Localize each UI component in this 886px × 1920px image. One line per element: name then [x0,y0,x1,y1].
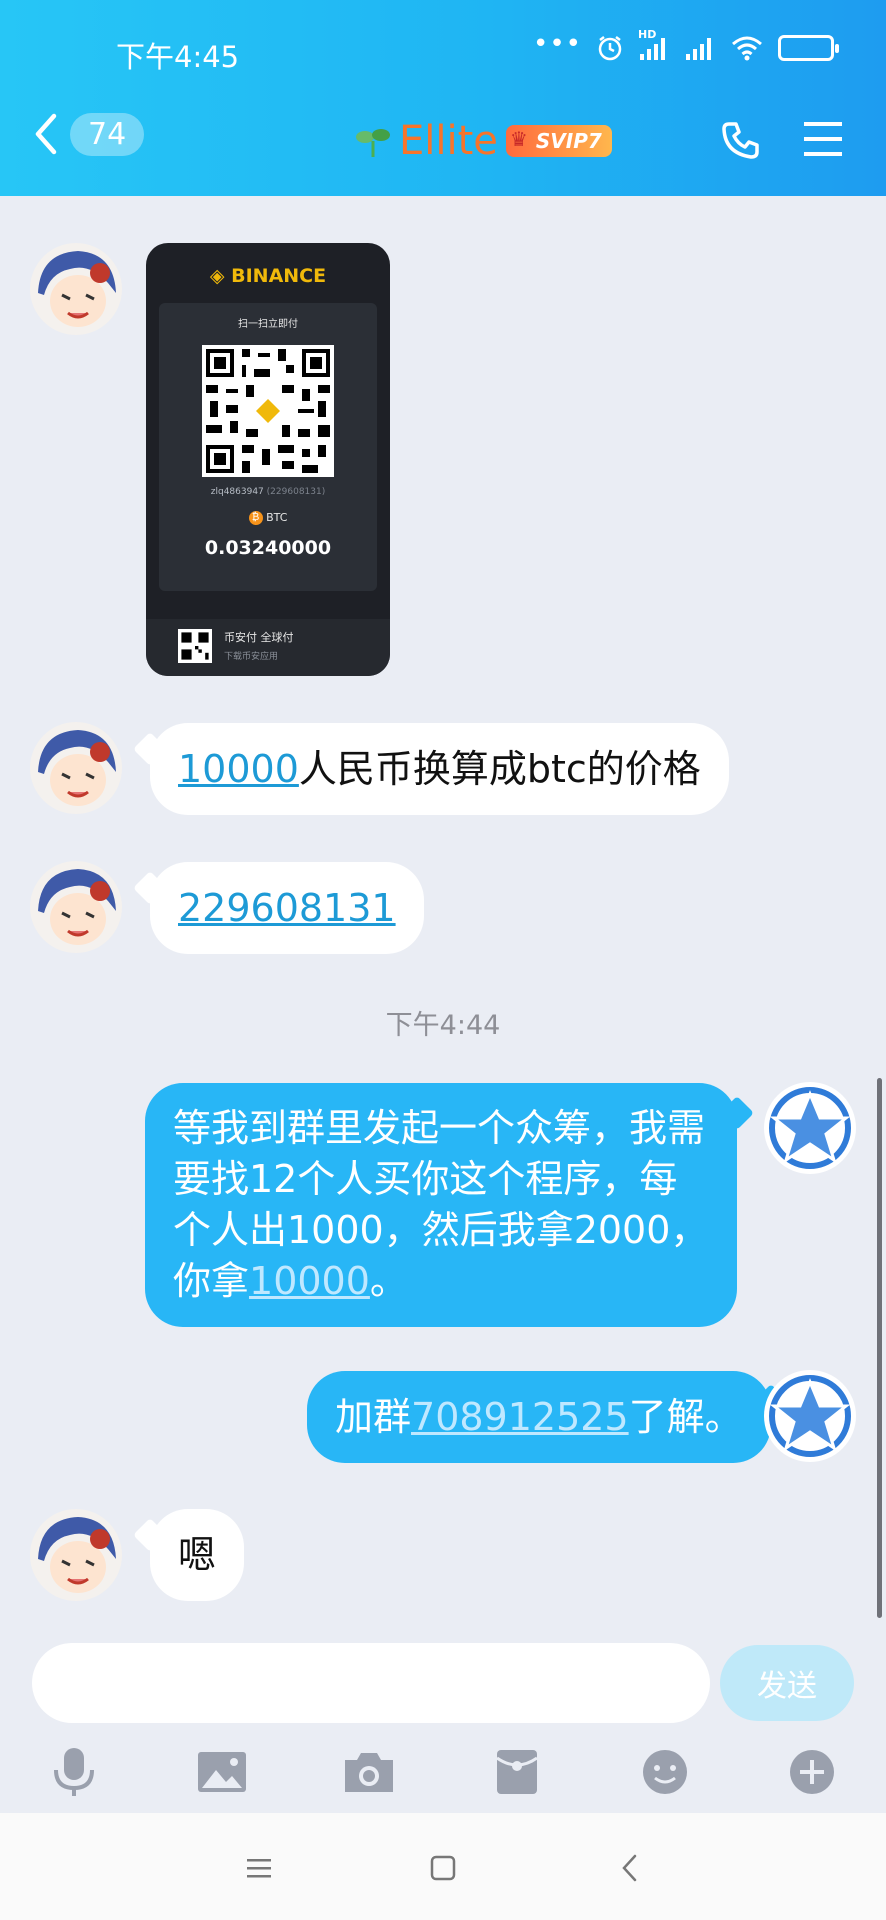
alarm-icon [598,36,622,61]
status-icons: ••• HD [533,28,839,62]
binance-brand-label: BINANCE [231,265,327,287]
back-nav-button[interactable] [600,1843,660,1893]
phone-icon [722,122,759,159]
binance-username: zlq4863947 [210,487,264,497]
binance-scan-text: 扫一扫立即付 [238,319,298,330]
send-button[interactable]: 发送 [720,1645,854,1721]
anime-avatar-icon [38,251,116,327]
menu-icon [804,122,842,156]
message-link[interactable]: 708912525 [411,1395,629,1439]
sender-avatar[interactable] [30,243,122,335]
message-link[interactable]: 229608131 [178,886,396,930]
incoming-message[interactable]: 10000人民币换算成btc的价格 [150,723,729,815]
svip-badge: ♛ SVIP7 [505,125,612,157]
message-suffix: 。 [369,1259,408,1303]
camera-icon [345,1753,393,1792]
message-link[interactable]: 10000 [249,1259,370,1303]
emoji-button[interactable] [635,1742,695,1802]
crown-icon: ♛ [509,127,528,151]
wifi-icon [732,36,762,61]
chat-title: Ellite [399,118,498,164]
menu-lines-icon [247,1859,271,1878]
binance-pay-panel: 扫一扫立即付 zlq4863947 (229608131) ₿ BTC 0.03… [159,303,377,591]
hd-label: HD [638,28,657,41]
svip-label: SVIP7 [535,129,602,153]
outgoing-message[interactable]: 加群708912525了解。 [307,1371,771,1463]
sender-avatar[interactable] [30,1509,122,1601]
incoming-message[interactable]: 229608131 [150,862,424,954]
binance-user-id: (229608131) [266,487,326,497]
anime-avatar-icon [38,869,116,945]
binance-qr-image[interactable]: ◈ BINANCE 扫一扫立即付 zlq4863947 (229608131) … [146,243,390,676]
emoji-icon [643,1750,687,1794]
square-home-icon [430,1855,456,1881]
image-button[interactable] [192,1742,252,1802]
red-packet-button[interactable] [487,1742,547,1802]
unread-badge: 74 [70,112,145,156]
recent-apps-button[interactable] [229,1843,289,1893]
pentagram-avatar-icon [766,1372,854,1460]
binance-coin-label: BTC [266,511,288,524]
chevron-left-icon [35,113,57,155]
binance-user: zlq4863947 (229608131) [159,487,377,497]
home-button[interactable] [413,1843,473,1893]
anime-avatar-icon [38,1517,116,1593]
red-packet-icon [496,1750,538,1794]
voice-button[interactable] [44,1742,104,1802]
message-prefix: 加群 [335,1395,412,1439]
chat-title-area[interactable]: Ellite ♛ SVIP7 [355,118,612,164]
system-nav-bar [0,1813,886,1920]
binance-footer-sub: 下载币安应用 [224,652,279,662]
binance-amount: 0.03240000 [204,537,332,559]
qr-code [202,345,334,477]
menu-button[interactable] [802,120,844,162]
chat-header: 下午4:45 ••• HD 74 Ellite ♛ SVIP7 [0,0,886,196]
binance-coin: ₿ BTC [159,511,377,525]
message-text: 嗯 [178,1533,217,1577]
message-input[interactable] [32,1643,710,1723]
more-button[interactable] [782,1742,842,1802]
pentagram-avatar-icon [766,1084,854,1172]
incoming-message[interactable]: 嗯 [150,1509,245,1601]
back-button[interactable]: 74 [32,112,145,156]
signal-hd-icon: HD [638,28,670,62]
sender-avatar[interactable] [30,861,122,953]
microphone-icon [54,1748,94,1796]
binance-brand: ◈ BINANCE [209,265,327,287]
message-suffix: 了解。 [628,1395,743,1439]
camera-button[interactable] [339,1742,399,1802]
btc-icon: ₿ [248,511,263,525]
signal-icon [686,38,711,60]
back-arrow-icon [622,1854,637,1882]
message-text: 人民币换算成btc的价格 [298,747,701,791]
outgoing-message[interactable]: 等我到群里发起一个众筹，我需要找12个人买你这个程序，每个人出1000，然后我拿… [145,1083,737,1327]
message-timestamp: 下午4:44 [385,1010,501,1041]
chat-scrollbar[interactable] [877,1078,882,1618]
anime-avatar-icon [38,730,116,806]
my-avatar[interactable] [764,1370,856,1462]
battery-icon [778,35,839,61]
my-avatar[interactable] [764,1082,856,1174]
message-link[interactable]: 10000 [178,747,299,791]
binance-footer: 币安付 全球付 下载币安应用 [146,619,390,676]
call-button[interactable] [721,120,761,164]
status-time: 下午4:45 [116,40,240,74]
binance-footer-title: 币安付 全球付 [224,631,294,644]
sprout-icon [356,129,390,157]
image-icon [198,1752,246,1792]
plus-icon [790,1750,834,1794]
more-notifications-icon: ••• [532,29,582,59]
sender-avatar[interactable] [30,722,122,814]
mini-qr-icon [178,629,212,663]
